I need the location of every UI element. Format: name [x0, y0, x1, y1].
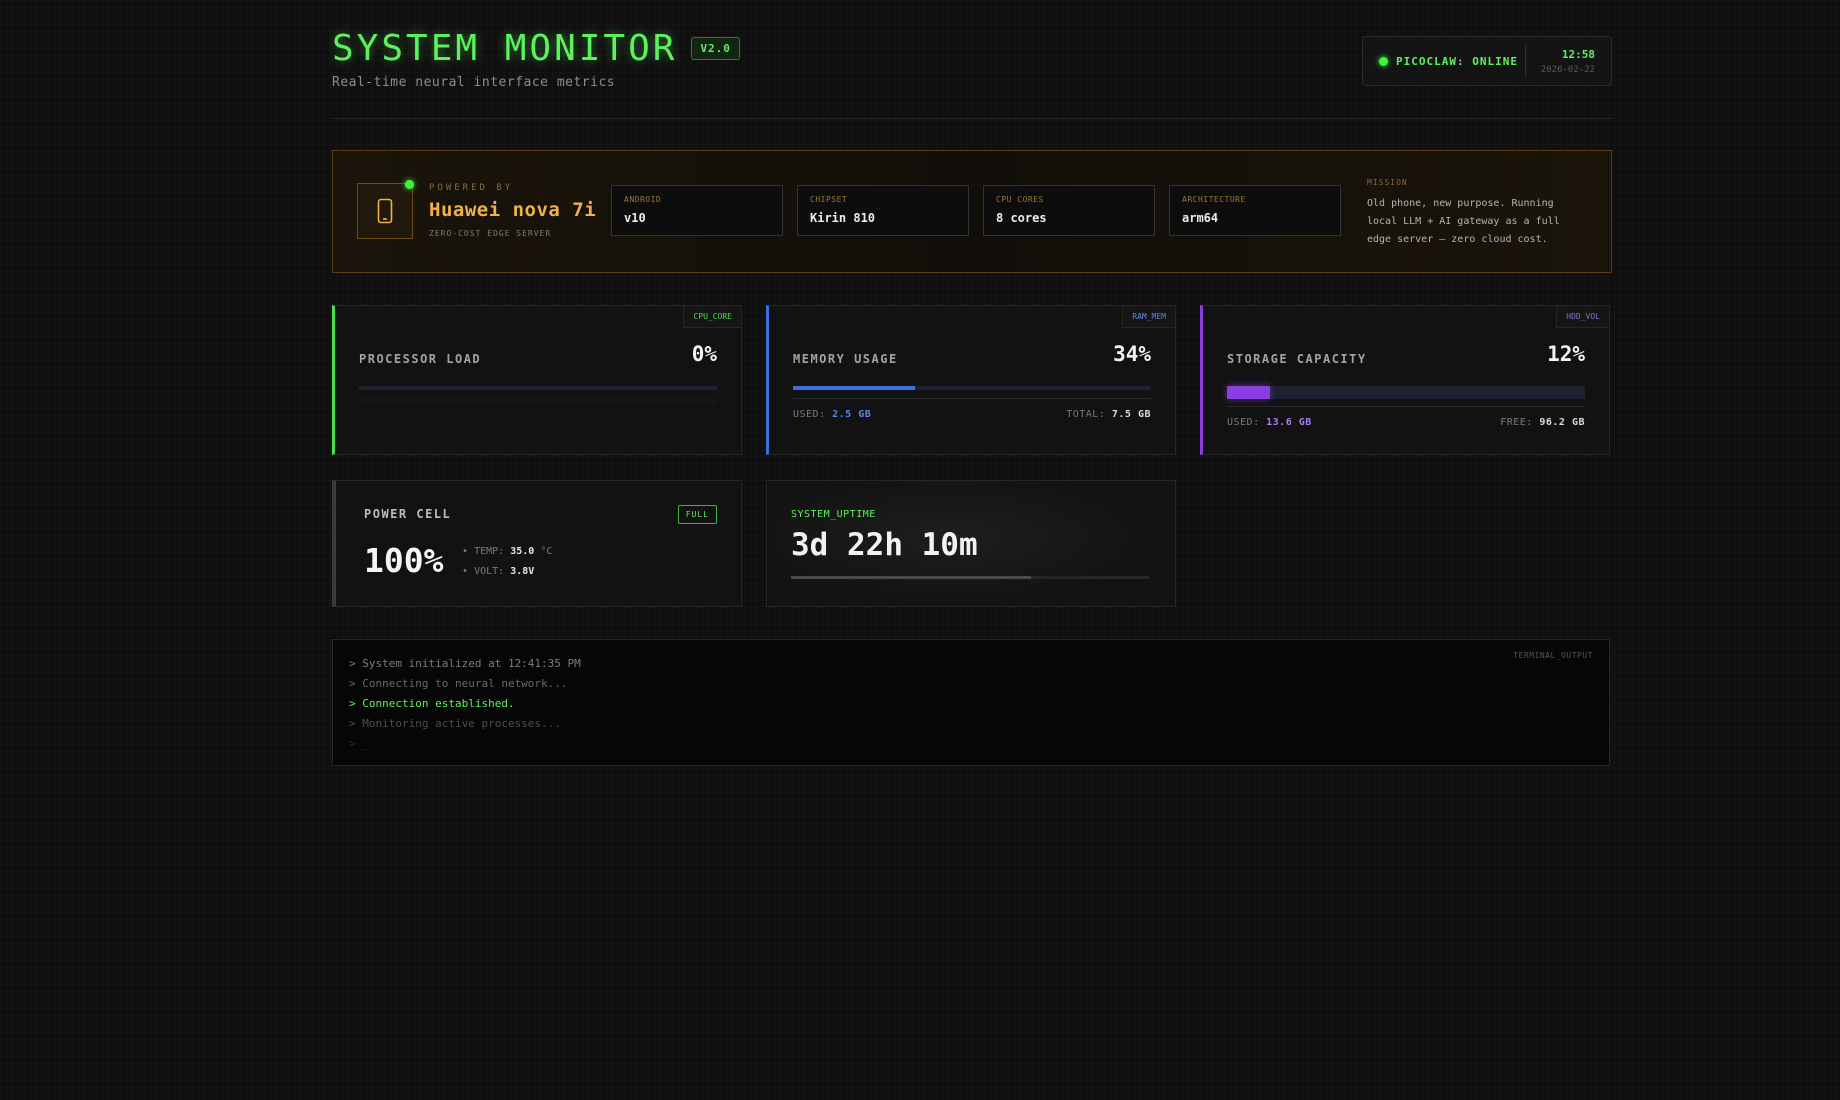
- temp-unit: °C: [540, 546, 553, 557]
- volt-label: VOLT:: [474, 566, 505, 577]
- memory-total: TOTAL: 7.5 GB: [1066, 409, 1151, 420]
- spec-label: CHIPSET: [810, 195, 848, 204]
- storage-card: HDD_VOL STORAGE CAPACITY 12% USED: 13.6 …: [1200, 305, 1610, 455]
- power-title: POWER CELL: [364, 507, 452, 521]
- temp-label: TEMP:: [474, 546, 505, 557]
- cpu-card: CPU_CORE PROCESSOR LOAD 0%: [332, 305, 742, 455]
- spec-value: arm64: [1182, 211, 1219, 225]
- uptime-value: 3d 22h 10m: [791, 527, 978, 563]
- storage-value: 12%: [1547, 342, 1585, 366]
- power-temp: • TEMP: 35.0 °C: [462, 546, 552, 557]
- device-panel: POWERED BY Huawei nova 7i ZERO-COST EDGE…: [332, 150, 1612, 273]
- power-value: 100%: [364, 541, 444, 580]
- spec-value: Kirin 810: [810, 211, 876, 225]
- temp-value: 35.0: [510, 546, 535, 557]
- bullet-icon: •: [462, 546, 469, 557]
- online-dot-icon: [1379, 56, 1388, 66]
- terminal-line: > System initialized at 12:41:35 PM: [349, 657, 581, 670]
- memory-progress-fill: [793, 386, 915, 390]
- memory-progress-bar: [793, 386, 1151, 390]
- spec-cpu-cores: CPU CORES 8 cores: [983, 185, 1155, 236]
- page-title: SYSTEM MONITOR: [332, 28, 678, 69]
- terminal-line: > _: [349, 737, 369, 750]
- phone-icon: [357, 183, 413, 239]
- storage-progress-bar: [1227, 386, 1585, 399]
- header: SYSTEM MONITOR V2.0 Real-time neural int…: [332, 0, 1612, 119]
- power-status-badge: FULL: [677, 505, 717, 524]
- mission-label: MISSION: [1367, 178, 1408, 187]
- storage-used-label: USED:: [1227, 417, 1260, 428]
- memory-used-label: USED:: [793, 409, 826, 420]
- cpu-tag: CPU_CORE: [683, 306, 741, 328]
- status-time: 12:58: [1561, 48, 1595, 61]
- memory-used: USED: 2.5 GB: [793, 409, 871, 420]
- spec-label: ANDROID: [624, 195, 662, 204]
- status-text: PICOCLAW: ONLINE: [1396, 54, 1518, 68]
- storage-separator: [1227, 406, 1585, 407]
- status-date: 2026-02-22: [1540, 65, 1595, 75]
- terminal-line: > Connecting to neural network...: [349, 677, 568, 690]
- uptime-progress-fill: [791, 576, 1031, 579]
- bullet-icon: •: [462, 566, 469, 577]
- storage-free-value: 96.2 GB: [1539, 417, 1585, 428]
- powered-by-label: POWERED BY: [429, 183, 514, 193]
- memory-separator: [793, 398, 1151, 399]
- uptime-card: SYSTEM_UPTIME 3d 22h 10m: [766, 480, 1176, 607]
- spec-value: 8 cores: [996, 211, 1047, 225]
- spec-architecture: ARCHITECTURE arm64: [1169, 185, 1341, 236]
- power-card: POWER CELL FULL 100% • TEMP: 35.0 °C • V…: [332, 480, 742, 607]
- memory-used-value: 2.5 GB: [832, 409, 872, 420]
- page-subtitle: Real-time neural interface metrics: [332, 75, 616, 90]
- dashboard: SYSTEM MONITOR V2.0 Real-time neural int…: [332, 0, 1612, 766]
- uptime-progress-bar: [791, 576, 1149, 579]
- spec-android: ANDROID v10: [611, 185, 783, 236]
- status-panel: PICOCLAW: ONLINE 12:58 2026-02-22: [1362, 36, 1612, 86]
- storage-free: FREE: 96.2 GB: [1500, 417, 1585, 428]
- memory-total-label: TOTAL:: [1066, 409, 1106, 420]
- storage-used-value: 13.6 GB: [1266, 417, 1312, 428]
- cpu-progress-bar: [359, 386, 717, 390]
- memory-card: RAM_MEM MEMORY USAGE 34% USED: 2.5 GB TO…: [766, 305, 1176, 455]
- power-volt: • VOLT: 3.8V: [462, 566, 534, 577]
- spec-label: CPU CORES: [996, 195, 1044, 204]
- storage-used: USED: 13.6 GB: [1227, 417, 1312, 428]
- status-divider: [1525, 45, 1526, 77]
- spec-chipset: CHIPSET Kirin 810: [797, 185, 969, 236]
- device-name: Huawei nova 7i: [429, 199, 597, 221]
- storage-tag: HDD_VOL: [1556, 306, 1609, 328]
- mission-text: Old phone, new purpose. Running local LL…: [1367, 198, 1560, 245]
- memory-title: MEMORY USAGE: [793, 352, 898, 366]
- memory-total-value: 7.5 GB: [1111, 409, 1151, 420]
- title-row: SYSTEM MONITOR V2.0: [332, 28, 740, 69]
- spec-label: ARCHITECTURE: [1182, 195, 1246, 204]
- cpu-bar-shadow: [359, 398, 717, 404]
- terminal-line: > Connection established.: [349, 697, 515, 710]
- storage-title: STORAGE CAPACITY: [1227, 352, 1367, 366]
- storage-progress-fill: [1227, 386, 1270, 399]
- cpu-value: 0%: [691, 342, 717, 366]
- volt-value: 3.8V: [510, 566, 535, 577]
- terminal-panel: TERMINAL_OUTPUT > System initialized at …: [332, 639, 1610, 766]
- device-subtitle: ZERO-COST EDGE SERVER: [429, 229, 552, 238]
- version-badge: V2.0: [691, 37, 740, 60]
- device-online-dot-icon: [405, 180, 414, 189]
- memory-value: 34%: [1113, 342, 1151, 366]
- storage-free-label: FREE:: [1500, 417, 1533, 428]
- memory-tag: RAM_MEM: [1122, 306, 1175, 328]
- terminal-tag: TERMINAL_OUTPUT: [1513, 651, 1593, 660]
- spec-value: v10: [624, 211, 646, 225]
- cpu-title: PROCESSOR LOAD: [359, 352, 482, 366]
- uptime-label: SYSTEM_UPTIME: [791, 509, 876, 520]
- terminal-line: > Monitoring active processes...: [349, 717, 561, 730]
